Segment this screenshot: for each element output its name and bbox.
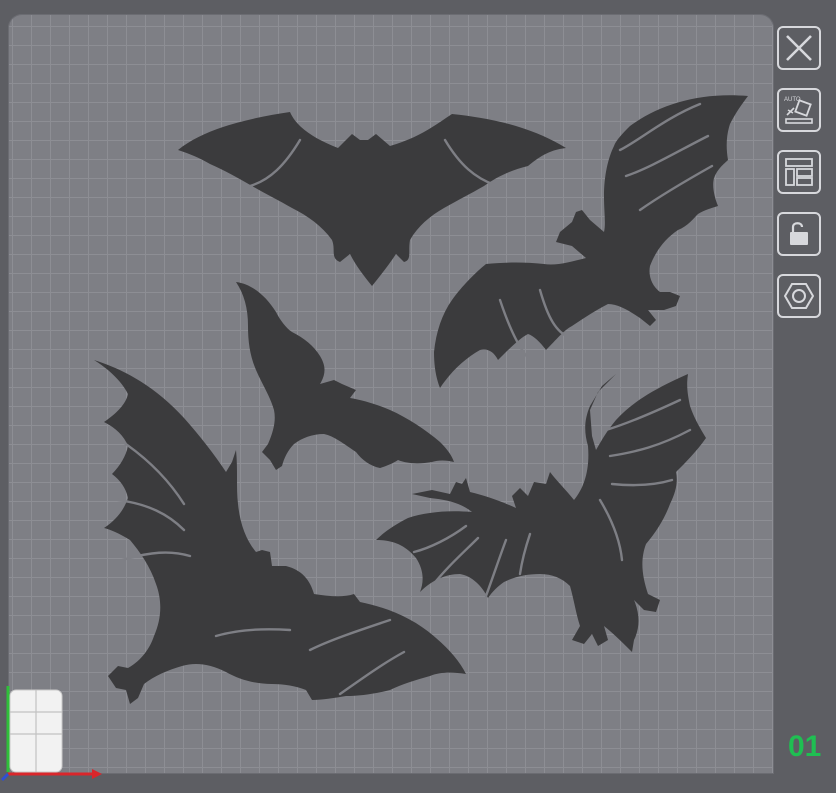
auto-orient-icon: AUTO xyxy=(784,97,813,124)
hex-nut-icon xyxy=(784,283,814,309)
unlock-icon xyxy=(790,222,808,245)
settings-button[interactable] xyxy=(777,274,821,318)
toolbar: AUTO xyxy=(777,26,825,336)
view-cube-gizmo[interactable] xyxy=(0,682,104,782)
bat-top-center[interactable] xyxy=(178,112,566,286)
z-axis-arrow xyxy=(0,772,10,782)
lock-button[interactable] xyxy=(777,212,821,256)
close-button[interactable] xyxy=(777,26,821,70)
arrange-layout-icon xyxy=(785,158,813,186)
bat-lower-right[interactable] xyxy=(376,374,706,652)
view-cube[interactable] xyxy=(9,689,63,773)
close-icon xyxy=(786,35,812,61)
bat-models xyxy=(94,95,748,704)
x-axis-arrowhead xyxy=(92,769,102,779)
arrange-button[interactable] xyxy=(777,150,821,194)
auto-orient-button[interactable]: AUTO xyxy=(777,88,821,132)
plate-number: 01 xyxy=(788,730,822,763)
bat-middle-left[interactable] xyxy=(236,282,454,470)
